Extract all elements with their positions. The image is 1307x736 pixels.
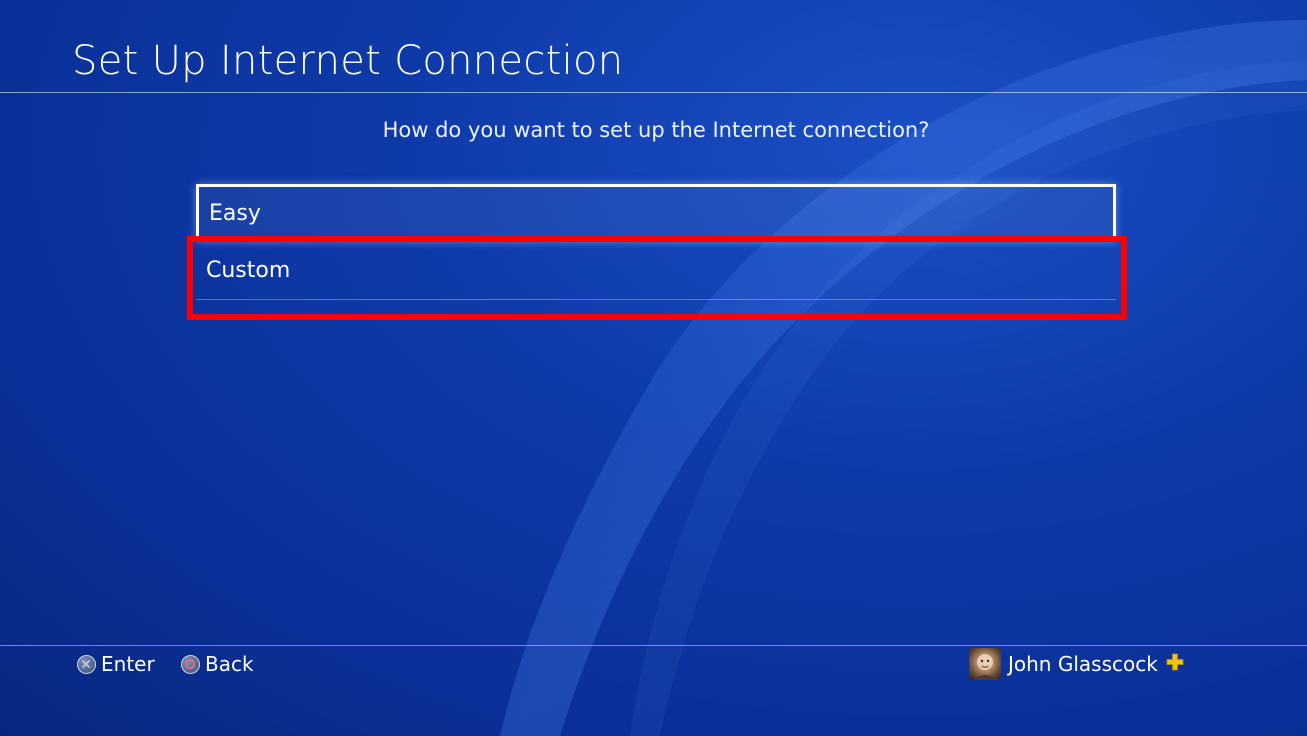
header-divider [0,92,1307,93]
setup-question: How do you want to set up the Internet c… [382,118,930,142]
page-title: Set Up Internet Connection [72,38,624,84]
user-profile[interactable]: John Glasscock [969,648,1184,680]
back-label: Back [205,652,254,676]
avatar [969,648,1001,680]
background-wave [500,20,1307,736]
ps-plus-icon [1166,652,1184,676]
enter-label: Enter [101,652,155,676]
circle-button-icon [181,654,200,674]
cross-button-icon [77,654,96,674]
footer-divider [0,645,1307,646]
back-hint[interactable]: Back [181,652,254,676]
user-name: John Glasscock [1008,652,1158,676]
enter-hint[interactable]: Enter [77,652,155,676]
option-easy[interactable]: Easy [196,184,1116,242]
option-easy-label: Easy [209,200,261,226]
highlight-annotation-box [187,236,1127,320]
